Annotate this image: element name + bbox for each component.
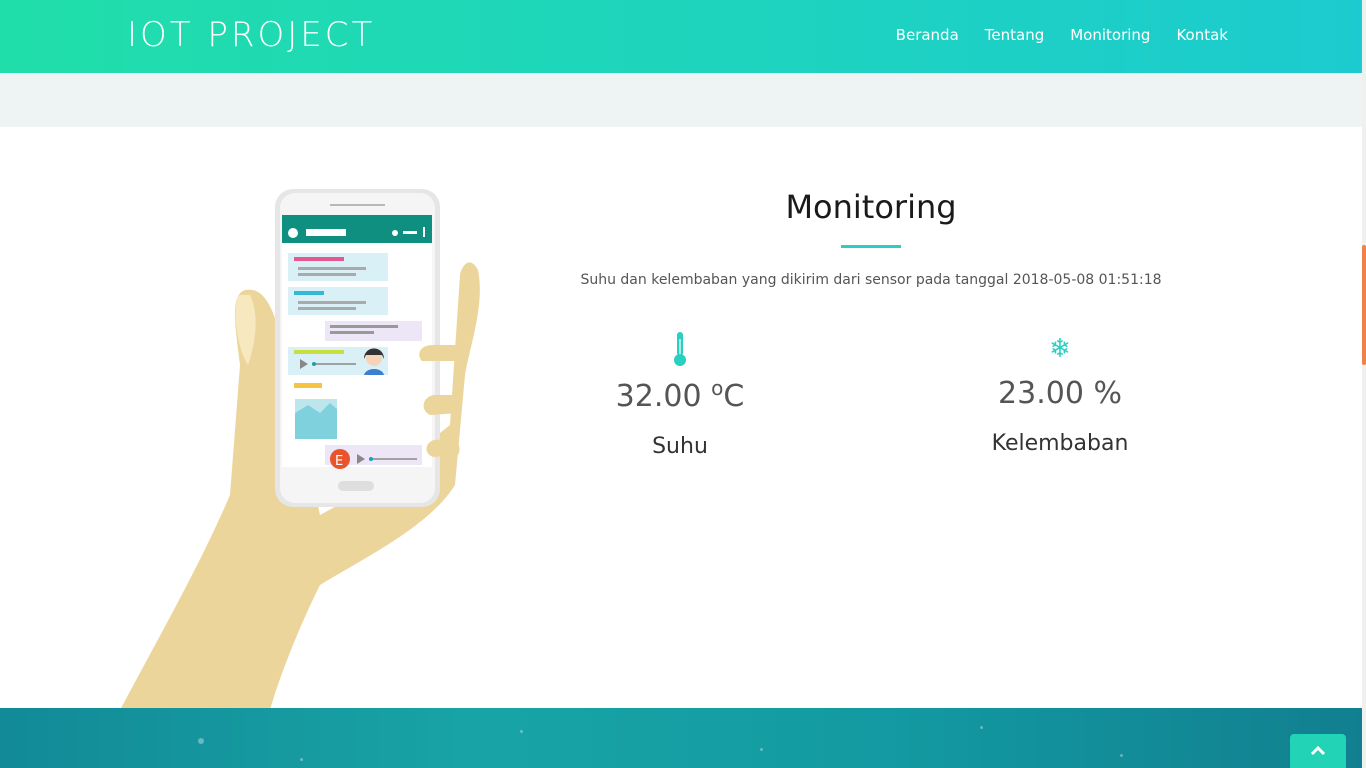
svg-text:E: E [335, 454, 343, 469]
humidity-stat: ❄ 23.00 % Kelembaban [930, 330, 1190, 456]
nav-link-beranda[interactable]: Beranda [896, 26, 959, 44]
scrollbar[interactable] [1362, 0, 1366, 768]
title-underline [841, 245, 901, 248]
page-title: Monitoring [785, 188, 957, 226]
scrollbar-thumb[interactable] [1362, 245, 1366, 365]
degree-symbol: o [711, 376, 724, 400]
nav-link-tentang[interactable]: Tentang [985, 26, 1044, 44]
nav-link-kontak[interactable]: Kontak [1176, 26, 1228, 44]
footer-banner [0, 708, 1362, 768]
humidity-value: 23.00 % [998, 376, 1122, 411]
chevron-up-icon [1310, 746, 1326, 756]
scroll-to-top-button[interactable] [1290, 734, 1346, 768]
main-nav: Beranda Tentang Monitoring Kontak [896, 26, 1228, 44]
navbar: IOT PROJECT Beranda Tentang Monitoring K… [0, 0, 1362, 73]
humidity-label: Kelembaban [991, 431, 1129, 456]
header-spacer [0, 73, 1362, 127]
thermometer-icon [550, 330, 810, 368]
nav-link-monitoring[interactable]: Monitoring [1070, 26, 1150, 44]
temperature-value: 32.00 oC [615, 376, 745, 414]
brand-logo[interactable]: IOT PROJECT [127, 15, 375, 55]
snowflake-icon: ❄ [1049, 334, 1071, 364]
sensor-subtitle: Suhu dan kelembaban yang dikirim dari se… [580, 272, 1162, 288]
celsius-unit: C [723, 379, 745, 414]
temperature-stat: 32.00 oC Suhu [550, 330, 810, 459]
hand-phone-illustration: E [120, 189, 480, 710]
temperature-label: Suhu [652, 434, 708, 459]
